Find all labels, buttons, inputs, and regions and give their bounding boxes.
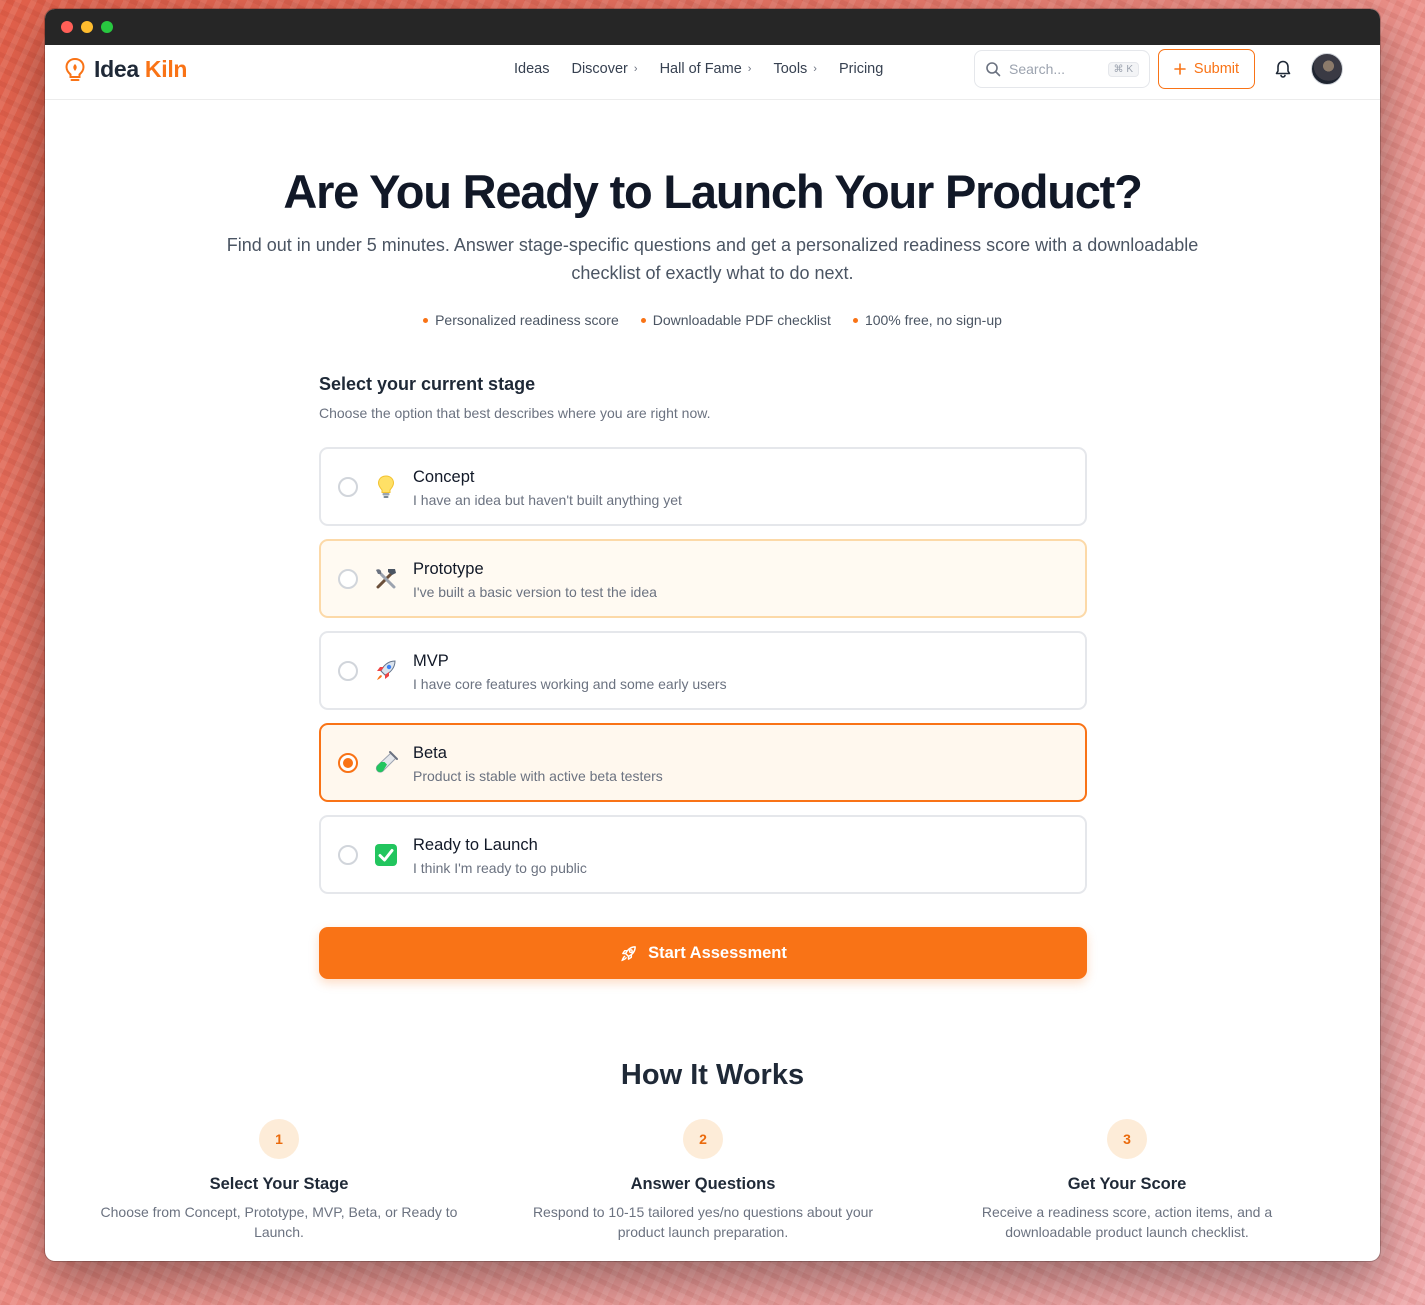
top-navbar: Idea Kiln Ideas Discover › Hall of Fame › … [45,45,1380,100]
bell-icon[interactable] [1273,59,1293,79]
maximize-window-button[interactable] [101,21,113,33]
stage-option-ready-to-launch[interactable]: Ready to Launch I think I'm ready to go … [319,815,1087,894]
option-title: MVP [413,652,449,670]
option-description: I think I'm ready to go public [413,860,587,876]
minimize-window-button[interactable] [81,21,93,33]
lightbulb-icon [373,474,399,500]
step-description: Choose from Concept, Prototype, MVP, Bet… [100,1204,458,1240]
logo-text: Idea Kiln [94,56,188,82]
stage-option-beta[interactable]: Beta Product is stable with active beta … [319,723,1087,802]
feature-item: 100% free, no sign-up [852,312,1002,328]
feature-list: Personalized readiness score Downloadabl… [45,312,1380,328]
option-description: I have core features working and some ea… [413,676,727,692]
start-assessment-button[interactable]: Start Assessment [319,927,1087,979]
start-assessment-label: Start Assessment [648,943,787,962]
stage-option-mvp[interactable]: MVP I have core features working and som… [319,631,1087,710]
step-title: Select Your Stage [209,1175,349,1193]
check-mark-button-icon [373,842,399,868]
feature-item: Personalized readiness score [423,312,619,328]
radio-button[interactable] [338,845,358,865]
radio-button[interactable] [338,661,358,681]
page-title: Are You Ready to Launch Your Product? [283,165,1142,218]
search-shortcut-badge: ⌘ K [1107,61,1139,77]
how-step-1: 1 Select Your Stage Choose from Concept,… [79,1119,479,1242]
bullet-dot-icon [852,317,858,323]
nav-links: Ideas Discover › Hall of Fame › Tools › Pri… [514,61,883,77]
step-description: Receive a readiness score, action items,… [981,1204,1273,1240]
page-subtitle: Find out in under 5 minutes. Answer stag… [226,235,1199,283]
radio-button[interactable] [338,477,358,497]
nav-link-pricing[interactable]: Pricing [839,61,883,77]
option-description: Product is stable with active beta teste… [413,768,663,784]
radio-button[interactable] [338,569,358,589]
stage-options: Concept I have an idea but haven't built… [319,447,1087,907]
stage-heading: Select your current stage [319,374,536,394]
step-number-badge: 3 [1107,1119,1147,1159]
bullet-dot-icon [423,317,429,323]
option-description: I've built a basic version to test the i… [413,584,657,600]
stage-option-concept[interactable]: Concept I have an idea but haven't built… [319,447,1087,526]
logo[interactable]: Idea Kiln [64,56,187,83]
bullet-dot-icon [640,317,646,323]
rocket-icon [373,658,399,684]
plus-icon [1174,63,1186,75]
feature-item: Downloadable PDF checklist [640,312,831,328]
submit-label: Submit [1193,61,1240,77]
option-description: I have an idea but haven't built anythin… [413,492,682,508]
option-title: Beta [413,744,447,762]
radio-button-selected[interactable] [338,753,358,773]
stage-option-prototype[interactable]: Prototype I've built a basic version to … [319,539,1087,618]
nav-link-discover[interactable]: Discover › [571,61,637,77]
close-window-button[interactable] [61,21,73,33]
submit-button[interactable]: Submit [1158,49,1255,89]
nav-link-tools[interactable]: Tools › [773,61,817,77]
chevron-right-icon: › [747,63,752,75]
how-step-2: 2 Answer Questions Respond to 10-15 tail… [503,1119,903,1242]
tools-icon [373,566,399,592]
step-description: Respond to 10-15 tailored yes/no questio… [532,1204,874,1240]
rocket-icon [621,945,637,961]
search-input[interactable]: Search... ⌘ K [974,50,1150,88]
test-tube-icon [373,750,399,776]
nav-link-ideas[interactable]: Ideas [514,61,549,77]
option-title: Prototype [413,560,484,578]
search-placeholder: Search... [1009,61,1066,77]
browser-window: Idea Kiln Ideas Discover › Hall of Fame › … [45,9,1380,1261]
lightbulb-logo-icon [65,57,85,81]
user-avatar[interactable] [1311,53,1343,85]
option-title: Concept [413,468,475,486]
option-title: Ready to Launch [413,836,538,854]
chevron-right-icon: › [813,63,817,75]
how-step-3: 3 Get Your Score Receive a readiness sco… [927,1119,1327,1242]
stage-subheading: Choose the option that best describes wh… [319,405,711,421]
window-titlebar [45,9,1380,45]
step-title: Get Your Score [1067,1175,1187,1193]
step-number-badge: 2 [683,1119,723,1159]
chevron-right-icon: › [633,63,638,75]
step-title: Answer Questions [630,1175,776,1193]
how-it-works-title: How It Works [620,1059,805,1091]
nav-link-hall-of-fame[interactable]: Hall of Fame › [660,61,752,77]
step-number-badge: 1 [259,1119,299,1159]
search-icon [986,62,1001,77]
